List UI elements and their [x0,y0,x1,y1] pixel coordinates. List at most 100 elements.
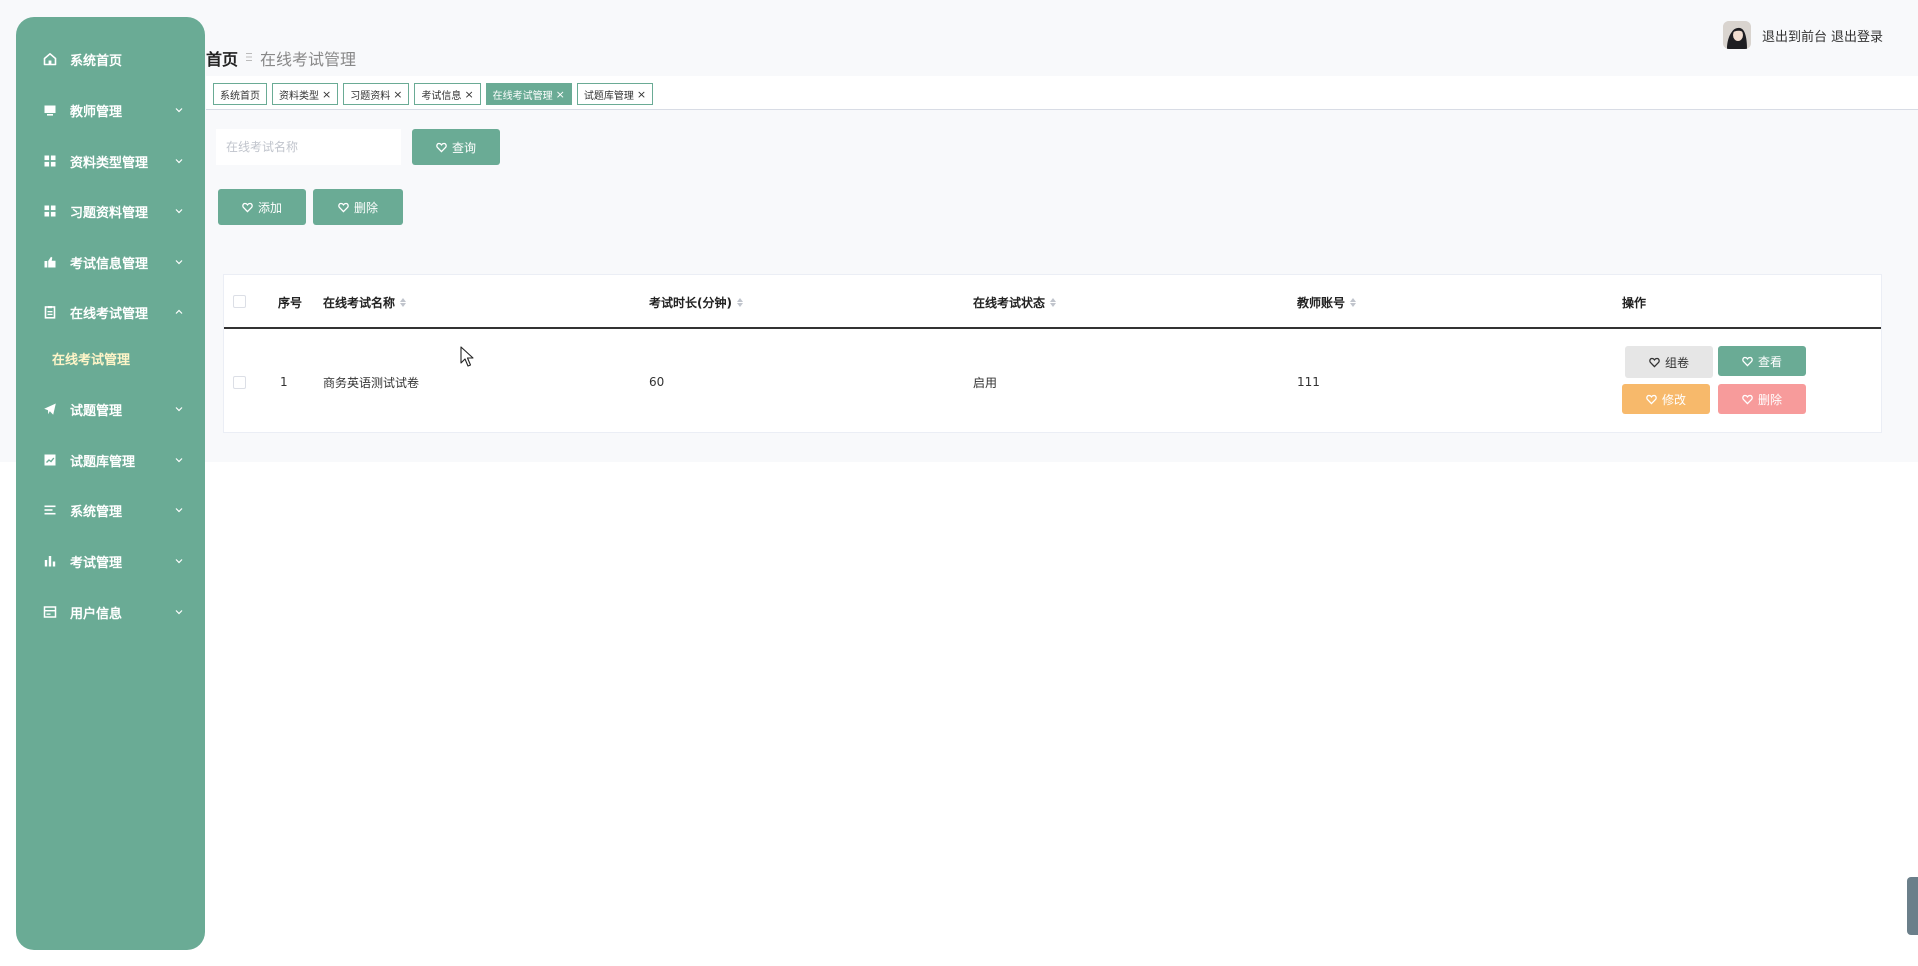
heart-icon [242,202,253,213]
view-button-label: 查看 [1757,354,1782,369]
cell-status: 启用 [973,375,998,390]
chevron-down-icon [174,206,184,216]
header-teacher[interactable]: 教师账号 [1297,275,1357,329]
search-input[interactable] [216,129,401,165]
user-area: 退出到前台 退出登录 [1723,21,1883,49]
row-checkbox[interactable] [233,376,246,389]
header-index: 序号 [278,295,303,310]
chevron-down-icon [174,556,184,566]
tab-online-exam[interactable]: 在线考试管理 × [485,83,572,105]
header-duration[interactable]: 考试时长(分钟) [649,275,743,329]
sidebar: 系统首页 教师管理 资料类型管理 习题资料管理 考试信息管理 在线考试管理 在线… [16,17,205,950]
tab-question-bank[interactable]: 试题库管理 × [576,83,654,105]
add-button-label: 添加 [257,200,282,215]
sidebar-item-exercise-material[interactable]: 习题资料管理 [16,191,205,231]
side-panel-handle[interactable] [1907,877,1918,935]
chevron-down-icon [174,455,184,465]
cell-name: 商务英语测试试卷 [323,375,420,390]
tab-label: 系统首页 [220,90,260,102]
avatar[interactable] [1723,21,1751,49]
cell-index: 1 [280,375,288,389]
sidebar-item-exam[interactable]: 考试管理 [16,541,205,581]
heart-icon [436,142,447,153]
sidebar-item-online-exam[interactable]: 在线考试管理 [16,292,205,332]
sort-icon[interactable] [1050,297,1057,307]
logout-link[interactable]: 退出登录 [1831,26,1883,45]
compose-button[interactable]: 组卷 [1625,346,1713,378]
sidebar-item-label: 资料类型管理 [70,155,149,171]
sidebar-item-label: 考试信息管理 [70,256,149,272]
view-button[interactable]: 查看 [1718,346,1806,376]
close-icon[interactable]: × [556,89,565,100]
breadcrumb-separator-icon [246,52,253,65]
row-delete-button[interactable]: 删除 [1718,384,1806,414]
monitor-icon [43,103,57,117]
query-button[interactable]: 查询 [412,129,500,165]
sidebar-item-label: 试题管理 [70,403,123,419]
tab-list: 系统首页 资料类型 × 习题资料 × 考试信息 × 在线考试管理 × 试题库管理… [213,83,654,105]
sort-icon[interactable] [400,297,407,307]
header-status[interactable]: 在线考试状态 [973,275,1057,329]
sidebar-subitem-online-exam[interactable]: 在线考试管理 [52,343,130,373]
breadcrumb-current: 在线考试管理 [260,50,357,69]
tab-label: 资料类型 [279,90,319,102]
query-button-label: 查询 [451,140,476,155]
card-icon [43,605,57,619]
sidebar-item-label: 习题资料管理 [70,205,149,221]
close-icon[interactable]: × [637,89,646,100]
tabs-bar: 系统首页 资料类型 × 习题资料 × 考试信息 × 在线考试管理 × 试题库管理… [206,76,1918,110]
chart-box-icon [43,453,57,467]
chevron-down-icon [174,404,184,414]
add-button[interactable]: 添加 [218,189,306,225]
exit-to-frontend-link[interactable]: 退出到前台 [1762,26,1827,45]
chevron-down-icon [174,607,184,617]
sidebar-item-exam-info[interactable]: 考试信息管理 [16,242,205,282]
edit-button-label: 修改 [1661,392,1686,407]
sidebar-item-user-info[interactable]: 用户信息 [16,592,205,632]
chevron-down-icon [174,257,184,267]
sidebar-item-system[interactable]: 系统管理 [16,490,205,530]
edit-button[interactable]: 修改 [1622,384,1710,414]
chevron-down-icon [174,505,184,515]
tab-exercise-material[interactable]: 习题资料 × [343,83,410,105]
heart-icon [1649,357,1660,368]
tab-exam-info[interactable]: 考试信息 × [414,83,481,105]
close-icon[interactable]: × [322,89,331,100]
close-icon[interactable]: × [464,89,473,100]
compose-button-label: 组卷 [1664,355,1689,370]
sidebar-item-label: 考试管理 [70,555,123,571]
chevron-down-icon [174,156,184,166]
breadcrumb-home[interactable]: 首页 [206,46,238,70]
sidebar-item-label: 在线考试管理 [70,306,149,322]
clipboard-icon [43,305,57,319]
sort-icon[interactable] [736,297,743,307]
delete-button-label: 删除 [353,200,378,215]
mouse-cursor-icon [460,346,474,368]
sidebar-item-label: 系统首页 [70,53,123,69]
grid-icon [43,154,57,168]
sidebar-item-teacher[interactable]: 教师管理 [16,90,205,130]
tab-label: 习题资料 [350,90,391,102]
tab-material-type[interactable]: 资料类型 × [272,83,339,105]
sidebar-item-material-type[interactable]: 资料类型管理 [16,141,205,181]
heart-icon [1742,356,1753,367]
tab-label: 试题库管理 [583,90,634,102]
sort-icon[interactable] [1350,297,1357,307]
header-name[interactable]: 在线考试名称 [323,275,407,329]
select-all-checkbox[interactable] [233,295,246,308]
tab-label: 在线考试管理 [492,90,553,102]
sidebar-item-label: 教师管理 [70,104,123,120]
send-icon [43,402,57,416]
tab-system-home[interactable]: 系统首页 [213,83,267,105]
delete-button[interactable]: 删除 [313,189,403,225]
heart-icon [1742,394,1753,405]
close-icon[interactable]: × [393,89,402,100]
sidebar-item-question[interactable]: 试题管理 [16,389,205,429]
table-header: 序号 在线考试名称 考试时长(分钟) 在线考试状态 教师账号 操作 [224,275,1881,329]
sidebar-item-question-bank[interactable]: 试题库管理 [16,440,205,480]
sidebar-item-label: 系统管理 [70,504,123,520]
tab-label: 考试信息 [421,90,462,102]
chevron-down-icon [174,105,184,115]
sidebar-item-home[interactable]: 系统首页 [16,39,205,79]
home-icon [43,52,57,66]
